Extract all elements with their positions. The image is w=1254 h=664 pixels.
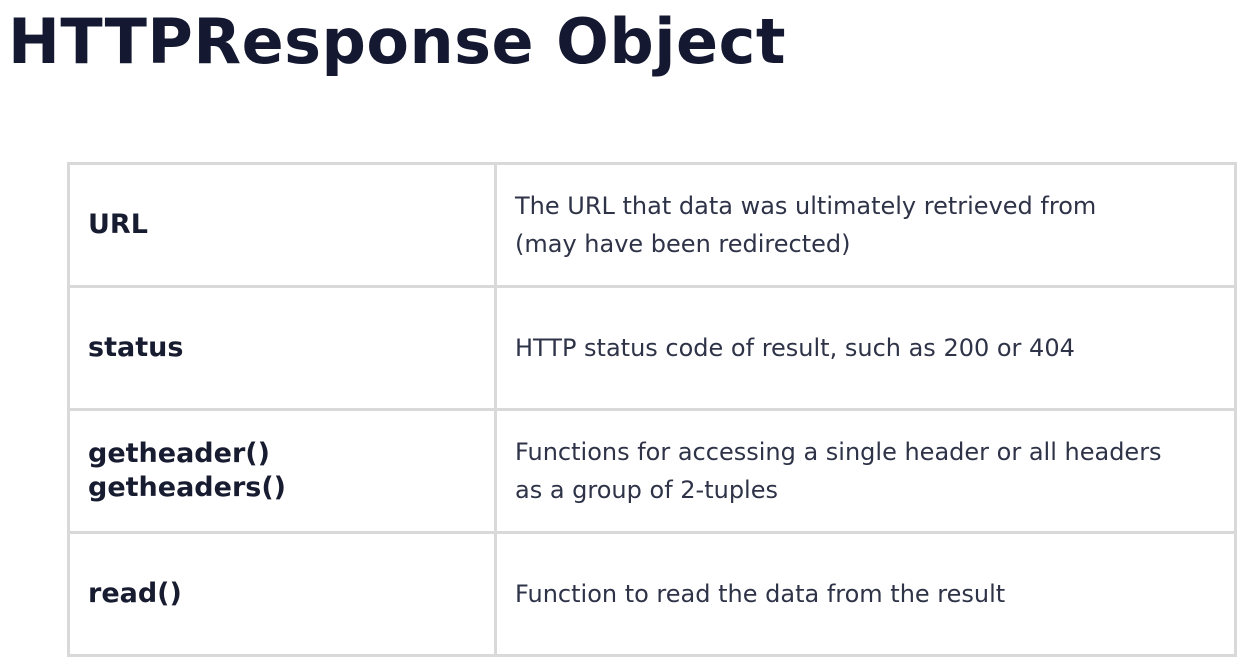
attribute-name: status: [67, 285, 497, 411]
attribute-description: The URL that data was ultimately retriev…: [494, 162, 1237, 288]
attribute-name: read(): [67, 531, 497, 657]
attribute-description: Function to read the data from the resul…: [494, 531, 1237, 657]
table-row: getheader() getheaders() Functions for a…: [67, 408, 1237, 534]
attribute-description: HTTP status code of result, such as 200 …: [494, 285, 1237, 411]
table-row: read() Function to read the data from th…: [67, 531, 1237, 657]
attribute-description: Functions for accessing a single header …: [494, 408, 1237, 534]
table-row: URL The URL that data was ultimately ret…: [67, 162, 1237, 288]
attribute-name: getheader() getheaders(): [67, 408, 497, 534]
page-title: HTTPResponse Object: [8, 5, 786, 78]
attributes-table: URL The URL that data was ultimately ret…: [67, 162, 1237, 657]
table-row: status HTTP status code of result, such …: [67, 285, 1237, 411]
attribute-name: URL: [67, 162, 497, 288]
